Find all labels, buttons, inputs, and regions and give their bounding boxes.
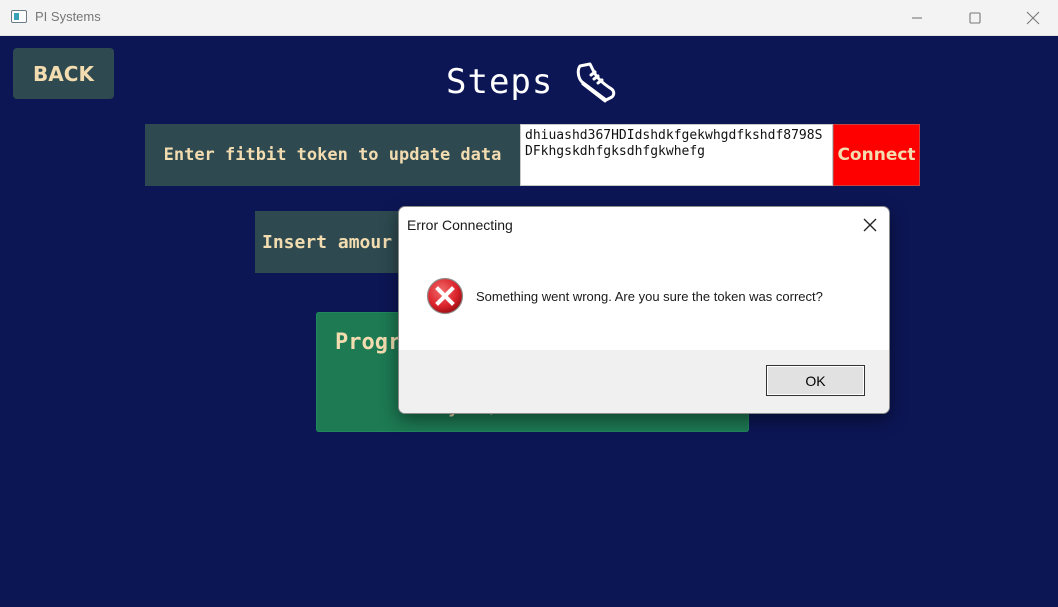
dialog-footer: OK (399, 350, 889, 413)
window-titlebar: PI Systems (0, 0, 1058, 36)
dialog-titlebar: Error Connecting (399, 207, 889, 244)
maximize-button[interactable] (946, 0, 1004, 35)
error-icon (426, 277, 464, 315)
dialog-message: Something went wrong. Are you sure the t… (476, 289, 823, 304)
dialog-title: Error Connecting (407, 217, 513, 233)
running-shoe-icon (576, 62, 616, 103)
page-title: Steps (446, 62, 554, 102)
app-window-icon (11, 10, 27, 23)
progress-title: Progr (335, 330, 402, 355)
token-label: Enter fitbit token to update data (145, 124, 520, 186)
minimize-icon (912, 16, 922, 19)
connect-button[interactable]: Connect (833, 124, 920, 186)
maximize-icon (969, 11, 981, 24)
dialog-close-icon[interactable] (861, 216, 879, 234)
minimize-button[interactable] (888, 0, 946, 35)
error-dialog: Error Connecting Something went wrong. A… (398, 206, 890, 414)
ok-button[interactable]: OK (766, 365, 865, 396)
back-button[interactable]: BACK (13, 48, 114, 99)
token-input[interactable]: dhiuashd367HDIdshdkfgekwhgdfkshdf8798SDF… (520, 124, 833, 186)
close-window-button[interactable] (1004, 0, 1058, 35)
close-icon (1026, 11, 1040, 24)
dialog-body: Something went wrong. Are you sure the t… (399, 244, 889, 350)
window-title: PI Systems (35, 9, 101, 24)
